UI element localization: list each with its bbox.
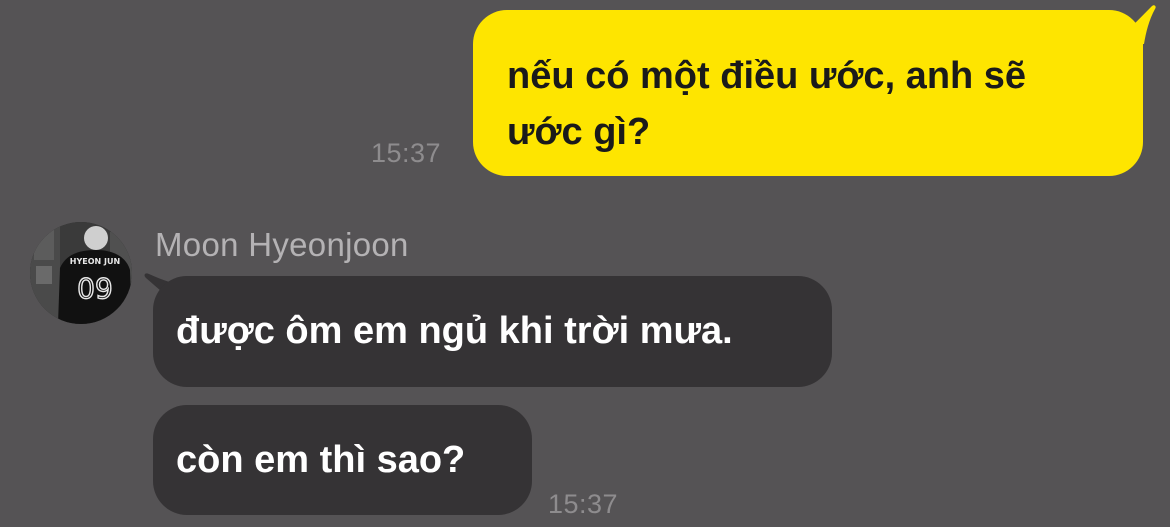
received-message-bubble[interactable]: còn em thì sao?: [153, 405, 532, 515]
avatar[interactable]: HYEON JUN 09: [30, 222, 132, 324]
chat-view: nếu có một điều ước, anh sẽ ước gì? 15:3…: [0, 0, 1170, 527]
sent-message-bubble[interactable]: nếu có một điều ước, anh sẽ ước gì?: [473, 10, 1143, 176]
avatar-jersey-number: 09: [77, 272, 113, 305]
received-message-bubble[interactable]: được ôm em ngủ khi trời mưa.: [153, 276, 832, 387]
sent-message-time: 15:37: [371, 138, 442, 168]
avatar-image: HYEON JUN 09: [30, 222, 132, 324]
received-message-time: 15:37: [548, 489, 619, 519]
avatar-jersey-name: HYEON JUN: [70, 257, 120, 266]
sender-name: Moon Hyeonjoon: [155, 226, 409, 263]
sent-message-text: nếu có một điều ước, anh sẽ ước gì?: [507, 55, 1027, 153]
received-message-text: được ôm em ngủ khi trời mưa.: [176, 310, 733, 352]
received-message-text: còn em thì sao?: [176, 438, 466, 481]
